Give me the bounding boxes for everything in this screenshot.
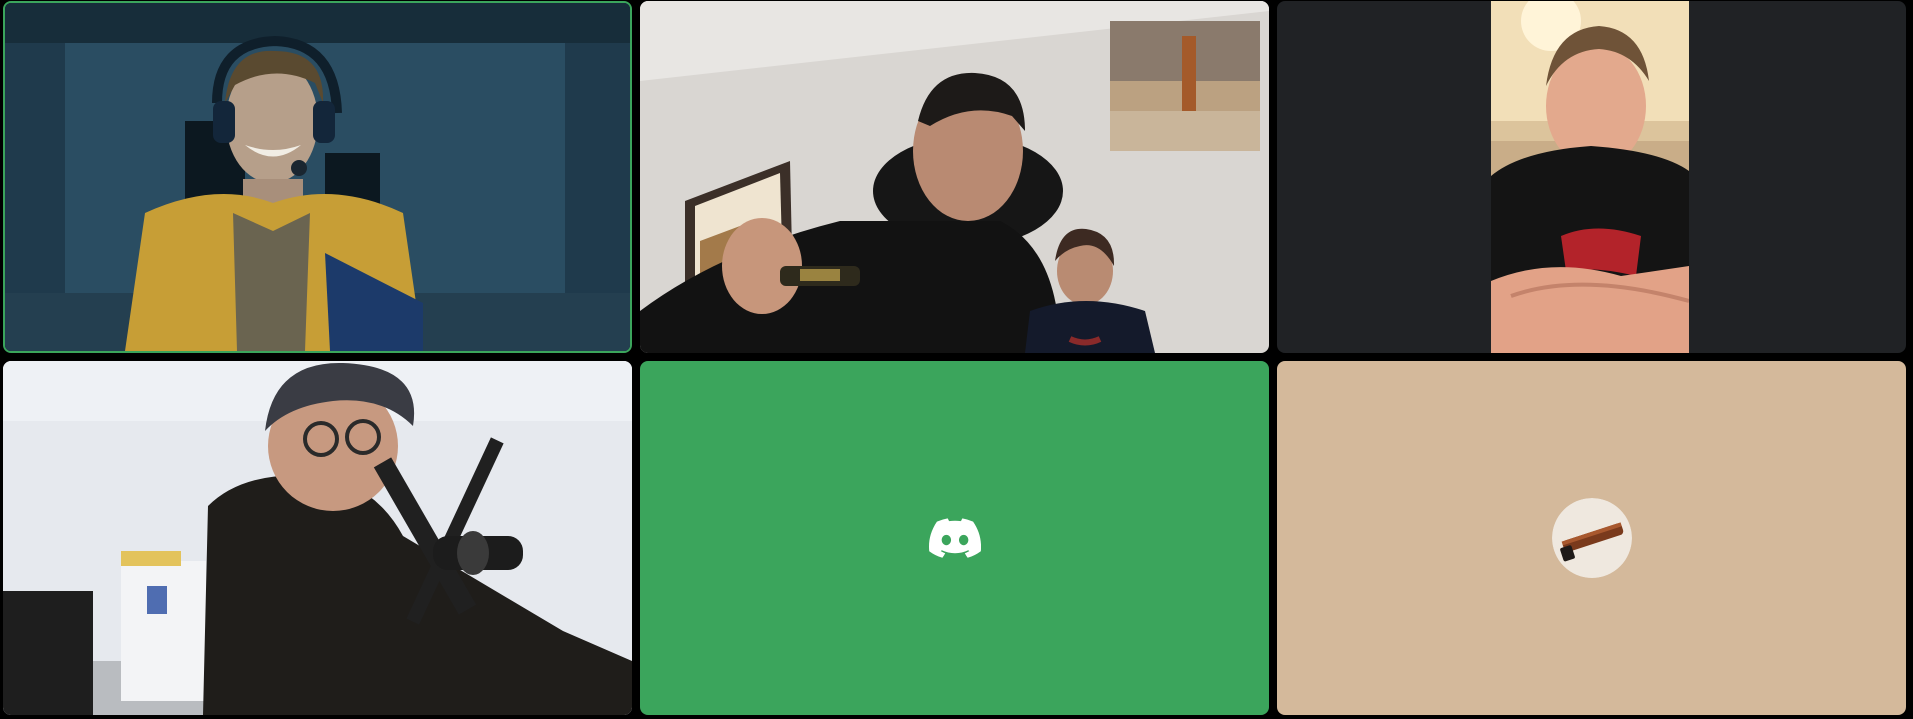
discord-logo-icon	[928, 518, 981, 558]
webcam-feed-3	[1491, 1, 1689, 353]
portrait-video	[1491, 1, 1689, 353]
webcam-feed-4	[3, 361, 632, 715]
video-tile-5[interactable]	[640, 361, 1269, 715]
video-tile-6[interactable]	[1277, 361, 1906, 715]
webcam-feed-1	[5, 3, 630, 351]
user-avatar-image	[1551, 498, 1632, 578]
video-tile-3[interactable]	[1277, 1, 1906, 353]
webcam-feed-2	[640, 1, 1269, 353]
video-tile-1[interactable]	[3, 1, 632, 353]
video-grid	[0, 0, 1913, 719]
video-tile-2[interactable]	[640, 1, 1269, 353]
video-tile-4[interactable]	[3, 361, 632, 715]
